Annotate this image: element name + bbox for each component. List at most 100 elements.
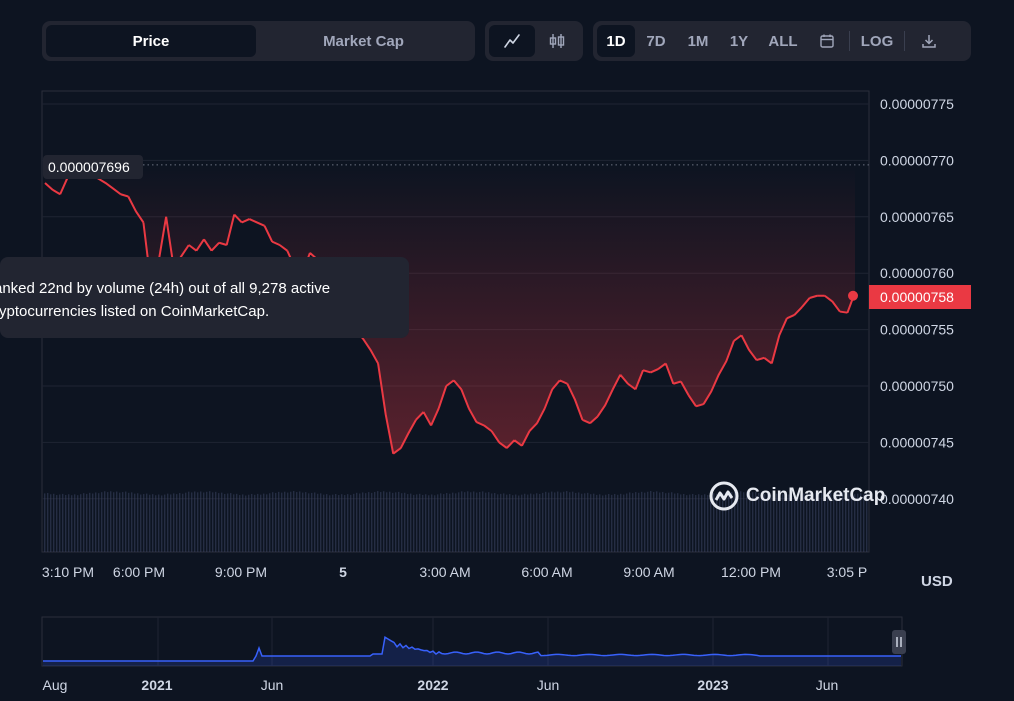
volume-bar xyxy=(623,494,625,552)
volume-bar xyxy=(455,493,457,552)
volume-bar xyxy=(419,493,421,552)
volume-bar xyxy=(404,492,406,552)
volume-bar xyxy=(56,495,58,552)
y-tick-label: 0.00000775 xyxy=(880,96,954,112)
volume-bar xyxy=(608,493,610,552)
volume-bar xyxy=(677,493,679,552)
volume-bar xyxy=(323,494,325,552)
volume-bar xyxy=(458,492,460,552)
volume-bar xyxy=(194,491,196,552)
volume-bar xyxy=(110,491,112,552)
volume-bar xyxy=(359,493,361,552)
volume-bar xyxy=(671,492,673,552)
volume-bar xyxy=(632,493,634,552)
volume-bar xyxy=(47,492,49,552)
x-tick-label: 9:00 PM xyxy=(215,564,267,580)
volume-bar xyxy=(296,492,298,552)
volume-bar xyxy=(62,493,64,552)
volume-bar xyxy=(488,492,490,552)
volume-bar xyxy=(140,494,142,552)
volume-bar xyxy=(254,494,256,552)
volume-bar xyxy=(503,493,505,552)
volume-bar xyxy=(119,492,121,552)
x-tick-label: 6:00 AM xyxy=(521,564,572,580)
volume-bar xyxy=(674,493,676,552)
volume-bar xyxy=(308,493,310,552)
volume-bar xyxy=(182,493,184,552)
volume-bar xyxy=(311,492,313,552)
volume-bar xyxy=(638,492,640,552)
volume-bar xyxy=(365,493,367,552)
volume-bar xyxy=(425,494,427,552)
volume-bar xyxy=(515,494,517,552)
volume-bar xyxy=(611,494,613,552)
volume-bar xyxy=(101,492,103,552)
volume-bar xyxy=(473,491,475,552)
volume-bar xyxy=(536,493,538,552)
volume-bar xyxy=(626,493,628,552)
volume-bar xyxy=(482,491,484,552)
volume-bar xyxy=(446,493,448,552)
volume-bar xyxy=(578,492,580,552)
volume-bar xyxy=(476,492,478,552)
volume-bar xyxy=(701,495,703,552)
volume-bar xyxy=(353,493,355,552)
volume-bar xyxy=(530,493,532,552)
volume-bar xyxy=(299,491,301,552)
volume-bar xyxy=(170,494,172,552)
navigator-labels: Aug 2021 Jun 2022 Jun 2023 Jun xyxy=(43,677,839,693)
volume-bar xyxy=(59,494,61,552)
x-tick-label: 3:10 PM xyxy=(42,564,94,580)
volume-bar xyxy=(560,492,562,552)
volume-bar xyxy=(392,492,394,552)
volume-bar xyxy=(269,493,271,552)
last-price-dot xyxy=(848,290,858,301)
volume-bar xyxy=(143,494,145,552)
navigator-label: Jun xyxy=(261,677,284,693)
navigator-label: 2022 xyxy=(417,677,448,693)
y-tick-label: 0.00000750 xyxy=(880,378,954,394)
volume-bar xyxy=(686,495,688,552)
volume-bar xyxy=(95,492,97,552)
volume-bar xyxy=(272,492,274,552)
volume-bar xyxy=(548,492,550,552)
volume-bar xyxy=(104,491,106,552)
volume-bar xyxy=(563,491,565,552)
range-navigator[interactable]: Aug 2021 Jun 2022 Jun 2023 Jun xyxy=(0,606,1014,701)
volume-bar xyxy=(644,492,646,552)
volume-bar xyxy=(263,493,265,552)
volume-bar xyxy=(704,494,706,552)
volume-bar xyxy=(512,495,514,552)
volume-bar xyxy=(302,492,304,552)
volume-bar xyxy=(200,491,202,552)
volume-bar xyxy=(137,493,139,552)
volume-bar xyxy=(335,493,337,552)
volume-bar xyxy=(278,491,280,552)
volume-bar xyxy=(410,493,412,552)
volume-bar xyxy=(107,492,109,552)
tooltip-line-2: ryptocurrencies listed on CoinMarketCap. xyxy=(0,303,270,320)
volume-bar xyxy=(650,491,652,552)
volume-bar xyxy=(518,495,520,552)
volume-bar xyxy=(689,494,691,552)
volume-bar xyxy=(479,491,481,552)
volume-bar xyxy=(113,492,115,552)
volume-bar xyxy=(188,491,190,552)
navigator-handle[interactable] xyxy=(892,630,906,654)
volume-bar xyxy=(233,494,235,552)
volume-bar xyxy=(698,494,700,552)
volume-bar xyxy=(305,492,307,552)
volume-bar xyxy=(494,493,496,552)
volume-bar xyxy=(401,493,403,552)
volume-bar xyxy=(635,492,637,552)
volume-bar xyxy=(656,491,658,552)
volume-bar xyxy=(164,494,166,552)
navigator-label: Jun xyxy=(816,677,839,693)
volume-bar xyxy=(542,492,544,552)
volume-bar xyxy=(602,495,604,552)
volume-bar xyxy=(377,491,379,552)
volume-bar xyxy=(629,492,631,552)
volume-bar xyxy=(356,492,358,552)
volume-bar xyxy=(344,495,346,552)
volume-bar xyxy=(665,493,667,552)
